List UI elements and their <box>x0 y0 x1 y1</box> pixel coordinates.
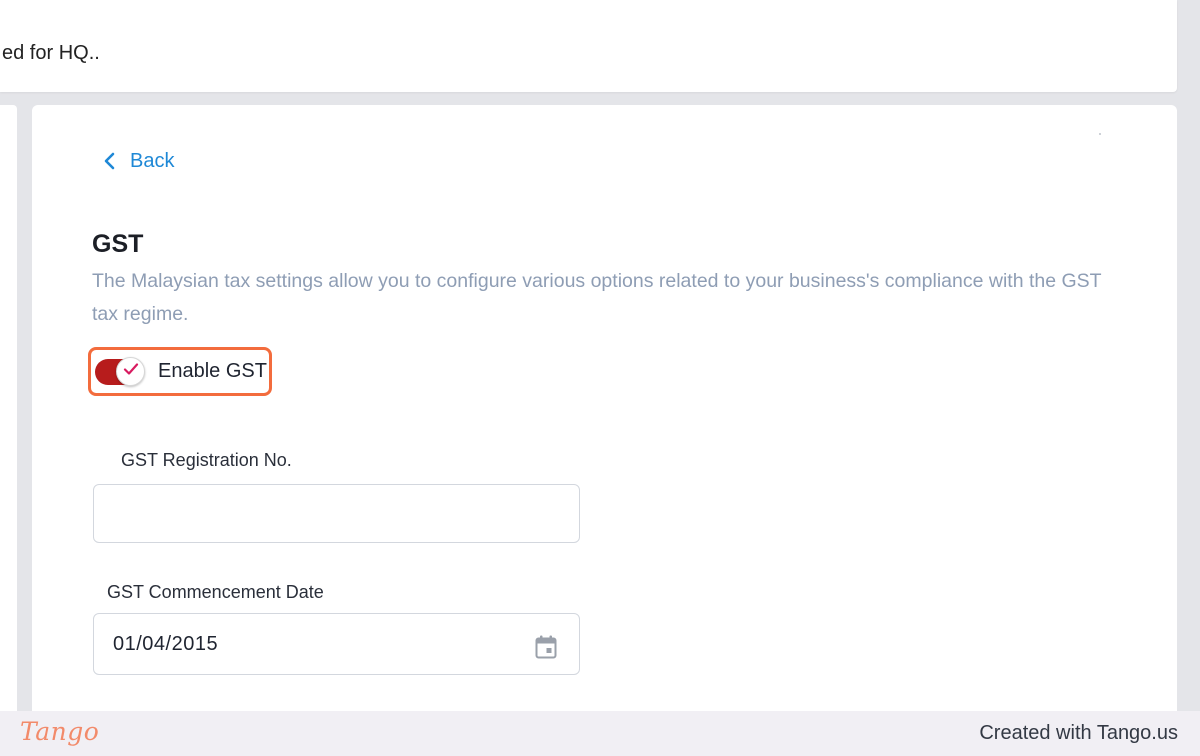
check-icon <box>123 362 139 381</box>
chevron-left-icon <box>102 151 116 171</box>
tango-logo: Tango <box>20 717 100 746</box>
gst-registration-label: GST Registration No. <box>121 450 292 470</box>
settings-card: Back GST The Malaysian tax settings allo… <box>32 105 1177 711</box>
enable-gst-toggle[interactable] <box>95 356 145 386</box>
gst-commencement-date-input[interactable]: 01/04/2015 <box>93 613 580 675</box>
toggle-knob <box>116 356 145 386</box>
date-value: 01/04/2015 <box>113 632 219 655</box>
enable-gst-label: Enable GST <box>158 360 267 382</box>
section-title: GST <box>92 230 144 258</box>
gst-registration-input[interactable] <box>93 484 580 543</box>
left-panel-edge <box>0 105 17 711</box>
enable-gst-toggle-highlight: Enable GST <box>88 347 272 396</box>
footer-credit: Created with Tango.us <box>979 722 1178 744</box>
section-description: The Malaysian tax settings allow you to … <box>92 270 1102 325</box>
back-button[interactable]: Back <box>102 147 174 175</box>
calendar-icon[interactable] <box>535 635 557 665</box>
footer-bar: Tango Created with Tango.us <box>0 711 1200 756</box>
top-banner: ed for HQ.. <box>0 0 1177 92</box>
gst-commencement-label: GST Commencement Date <box>107 582 324 602</box>
decorative-dot <box>1099 133 1101 135</box>
back-label: Back <box>130 149 175 172</box>
banner-text: ed for HQ.. <box>2 42 100 64</box>
